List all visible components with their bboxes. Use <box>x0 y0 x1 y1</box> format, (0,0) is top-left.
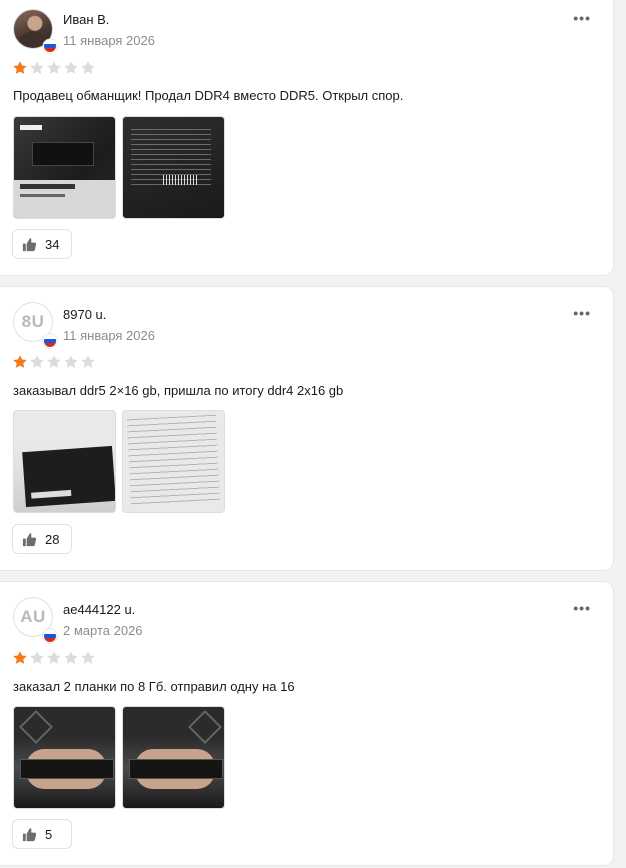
star-empty-icon <box>29 60 45 76</box>
review-photo[interactable] <box>13 116 116 219</box>
review-photo[interactable] <box>13 410 116 513</box>
reviews-feed: Иван В. 11 января 2026 ••• Продавец обма… <box>0 0 626 868</box>
review-date: 2 марта 2026 <box>63 623 143 638</box>
review-photos <box>13 410 225 513</box>
thumbs-up-icon <box>22 237 37 252</box>
star-empty-icon <box>29 650 45 666</box>
star-empty-icon <box>63 650 79 666</box>
star-empty-icon <box>63 60 79 76</box>
rating-stars <box>12 354 96 370</box>
star-filled-icon <box>12 354 28 370</box>
more-options-icon[interactable]: ••• <box>573 11 591 25</box>
star-filled-icon <box>12 60 28 76</box>
rating-stars <box>12 60 96 76</box>
star-empty-icon <box>46 60 62 76</box>
review-photo[interactable] <box>122 706 225 809</box>
star-empty-icon <box>63 354 79 370</box>
author-name[interactable]: Иван В. <box>63 12 109 27</box>
star-empty-icon <box>80 650 96 666</box>
more-options-icon[interactable]: ••• <box>573 601 591 615</box>
thumbs-up-icon <box>22 532 37 547</box>
like-count: 34 <box>45 236 60 252</box>
review-photo[interactable] <box>13 706 116 809</box>
review-card: 8U 8970 u. 11 января 2026 ••• заказывал … <box>0 286 614 571</box>
review-photos <box>13 706 225 809</box>
star-empty-icon <box>29 354 45 370</box>
star-empty-icon <box>46 650 62 666</box>
like-button[interactable]: 28 <box>12 524 73 554</box>
review-text: Продавец обманщик! Продал DDR4 вместо DD… <box>13 88 404 103</box>
review-photo[interactable] <box>122 410 225 513</box>
review-card: AU ae444122 u. 2 марта 2026 ••• заказал … <box>0 581 614 866</box>
author-name[interactable]: 8970 u. <box>63 307 106 322</box>
review-photo[interactable] <box>122 116 225 219</box>
like-button[interactable]: 5 <box>12 819 72 849</box>
star-empty-icon <box>46 354 62 370</box>
more-options-icon[interactable]: ••• <box>573 306 591 320</box>
review-text: заказал 2 планки по 8 Гб. отправил одну … <box>13 679 295 694</box>
rating-stars <box>12 650 96 666</box>
author-name[interactable]: ae444122 u. <box>63 602 135 617</box>
star-empty-icon <box>80 354 96 370</box>
star-empty-icon <box>80 60 96 76</box>
review-card: Иван В. 11 января 2026 ••• Продавец обма… <box>0 0 614 276</box>
review-photos <box>13 116 225 219</box>
like-count: 5 <box>45 826 53 842</box>
review-date: 11 января 2026 <box>63 33 155 48</box>
review-text: заказывал ddr5 2×16 gb, пришла по итогу … <box>13 383 344 398</box>
russia-flag-icon <box>43 39 57 53</box>
like-count: 28 <box>45 531 60 547</box>
star-filled-icon <box>12 650 28 666</box>
like-button[interactable]: 34 <box>12 229 73 259</box>
review-date: 11 января 2026 <box>63 328 155 343</box>
thumbs-up-icon <box>22 827 37 842</box>
russia-flag-icon <box>43 334 57 348</box>
russia-flag-icon <box>43 629 57 643</box>
